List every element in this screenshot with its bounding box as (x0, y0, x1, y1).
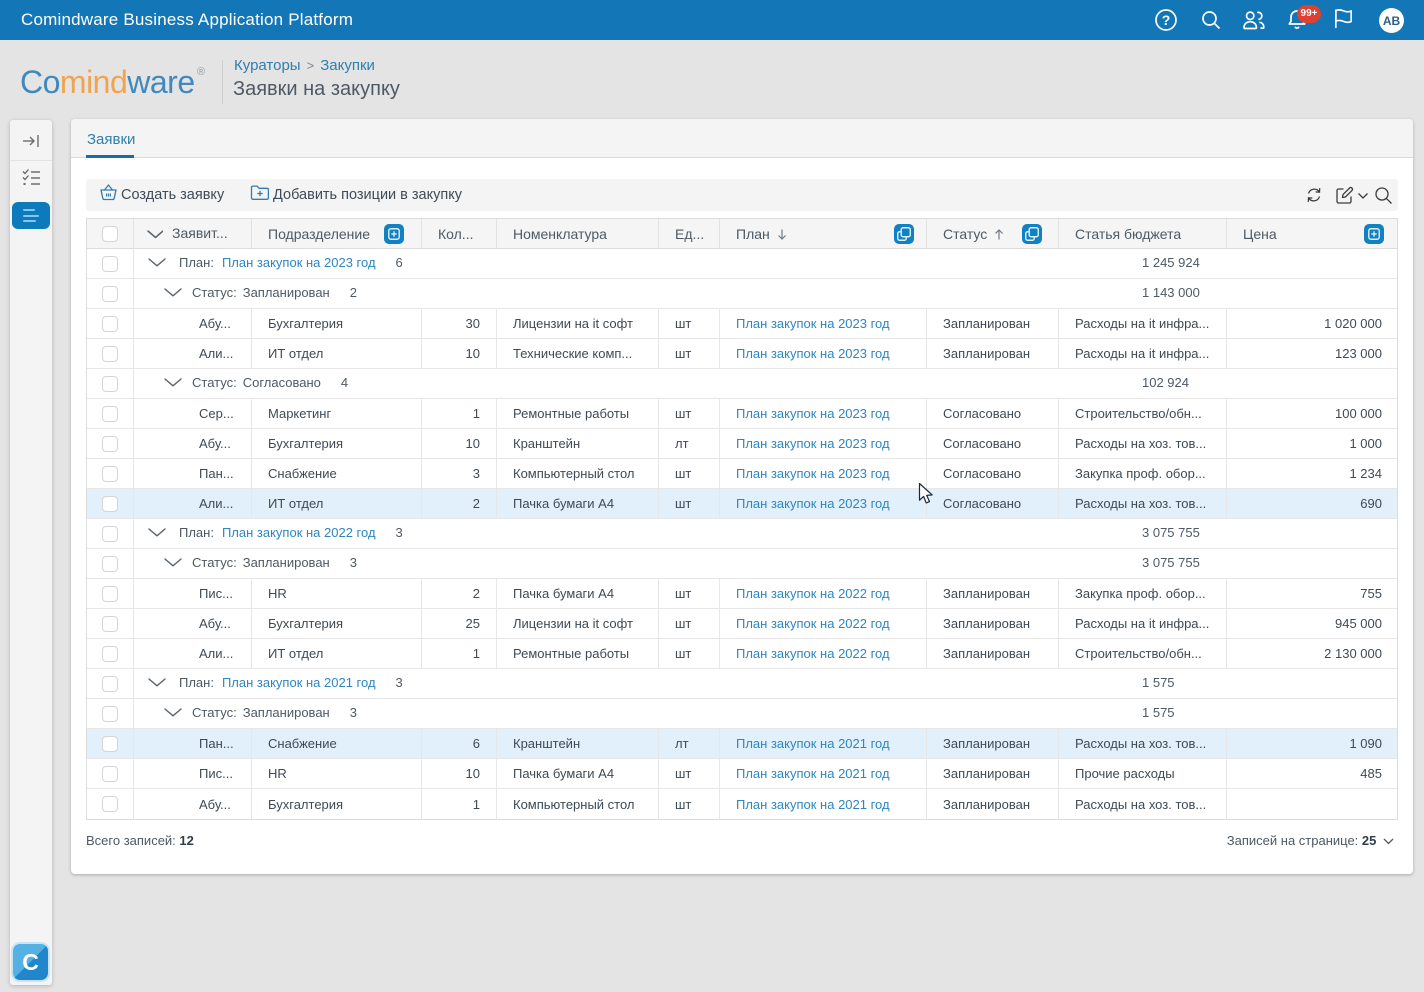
svg-text:?: ? (1162, 12, 1171, 28)
